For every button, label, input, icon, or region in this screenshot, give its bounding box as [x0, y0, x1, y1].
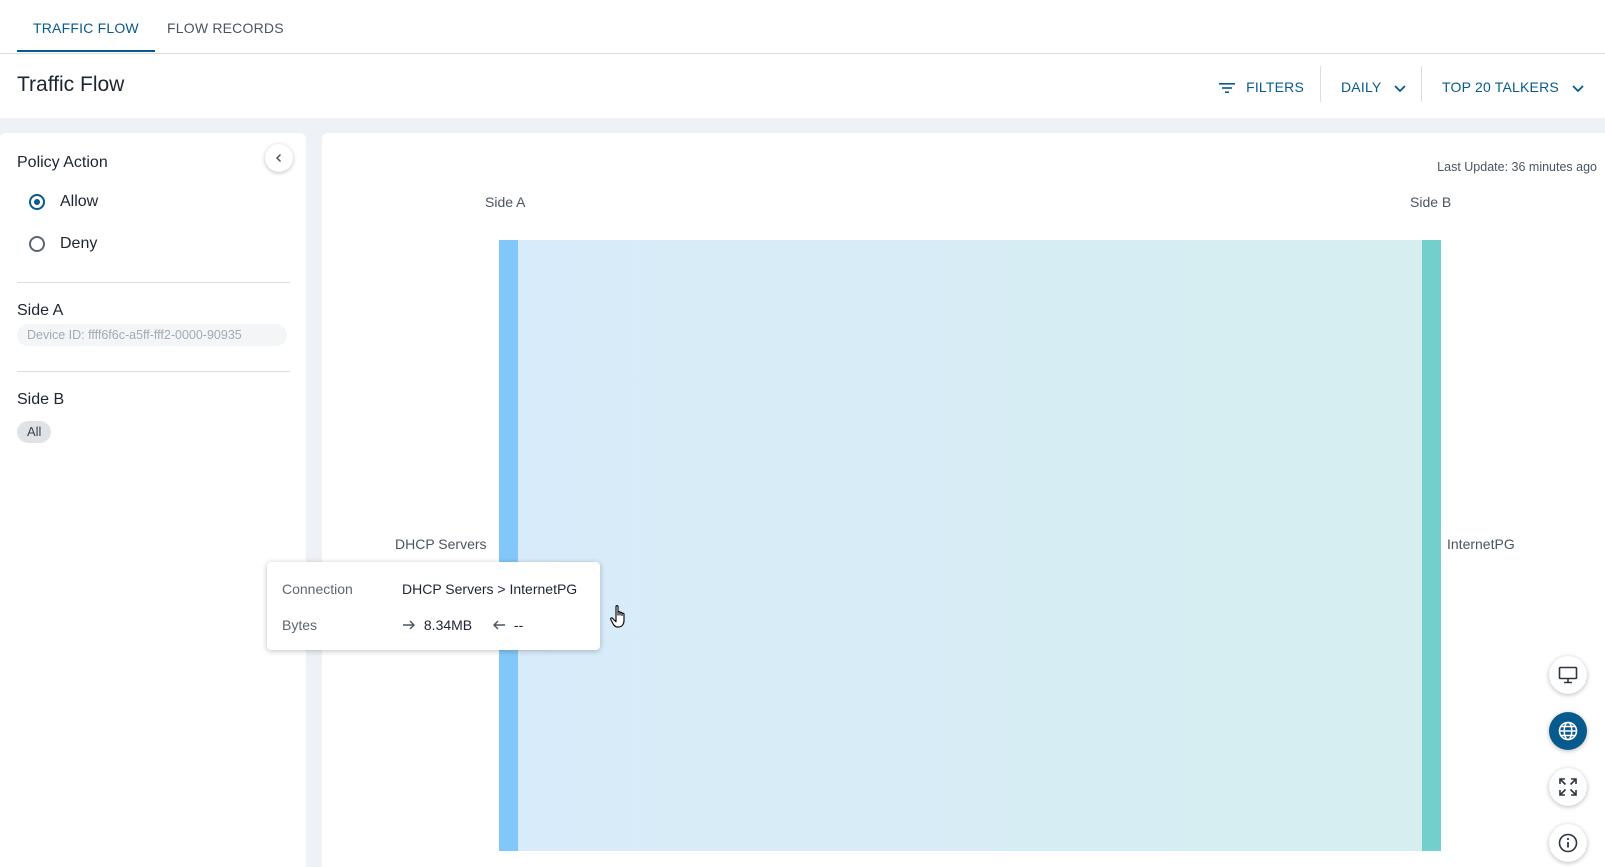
node-label-side-a: DHCP Servers: [395, 536, 487, 552]
tooltip-bytes-key: Bytes: [282, 617, 318, 633]
hand-cursor-icon: [610, 605, 625, 628]
sankey-node-internetpg[interactable]: [1422, 240, 1441, 851]
arrow-left-icon: [493, 620, 506, 630]
globe-icon: [1558, 721, 1578, 741]
tooltip-connection-key: Connection: [282, 581, 353, 597]
node-label-side-b: InternetPG: [1447, 536, 1515, 552]
info-icon: [1558, 833, 1578, 853]
sankey-link[interactable]: [518, 240, 1422, 851]
globe-view-button[interactable]: [1549, 712, 1587, 750]
tooltip-bytes-value: 8.34MB --: [402, 617, 523, 633]
fullscreen-button[interactable]: [1549, 768, 1587, 806]
bytes-reverse: --: [513, 617, 524, 633]
monitor-view-button[interactable]: [1549, 656, 1587, 694]
monitor-icon: [1558, 666, 1578, 684]
sankey-chart: [499, 240, 1441, 851]
link-tooltip: Connection DHCP Servers > InternetPG Byt…: [267, 562, 600, 650]
bytes-forward: 8.34MB: [423, 617, 473, 633]
tooltip-connection-value: DHCP Servers > InternetPG: [402, 581, 578, 597]
arrow-right-icon: [403, 620, 415, 630]
sankey-node-dhcp-servers[interactable]: [499, 240, 518, 851]
expand-icon: [1559, 778, 1577, 796]
info-button[interactable]: [1549, 824, 1587, 862]
